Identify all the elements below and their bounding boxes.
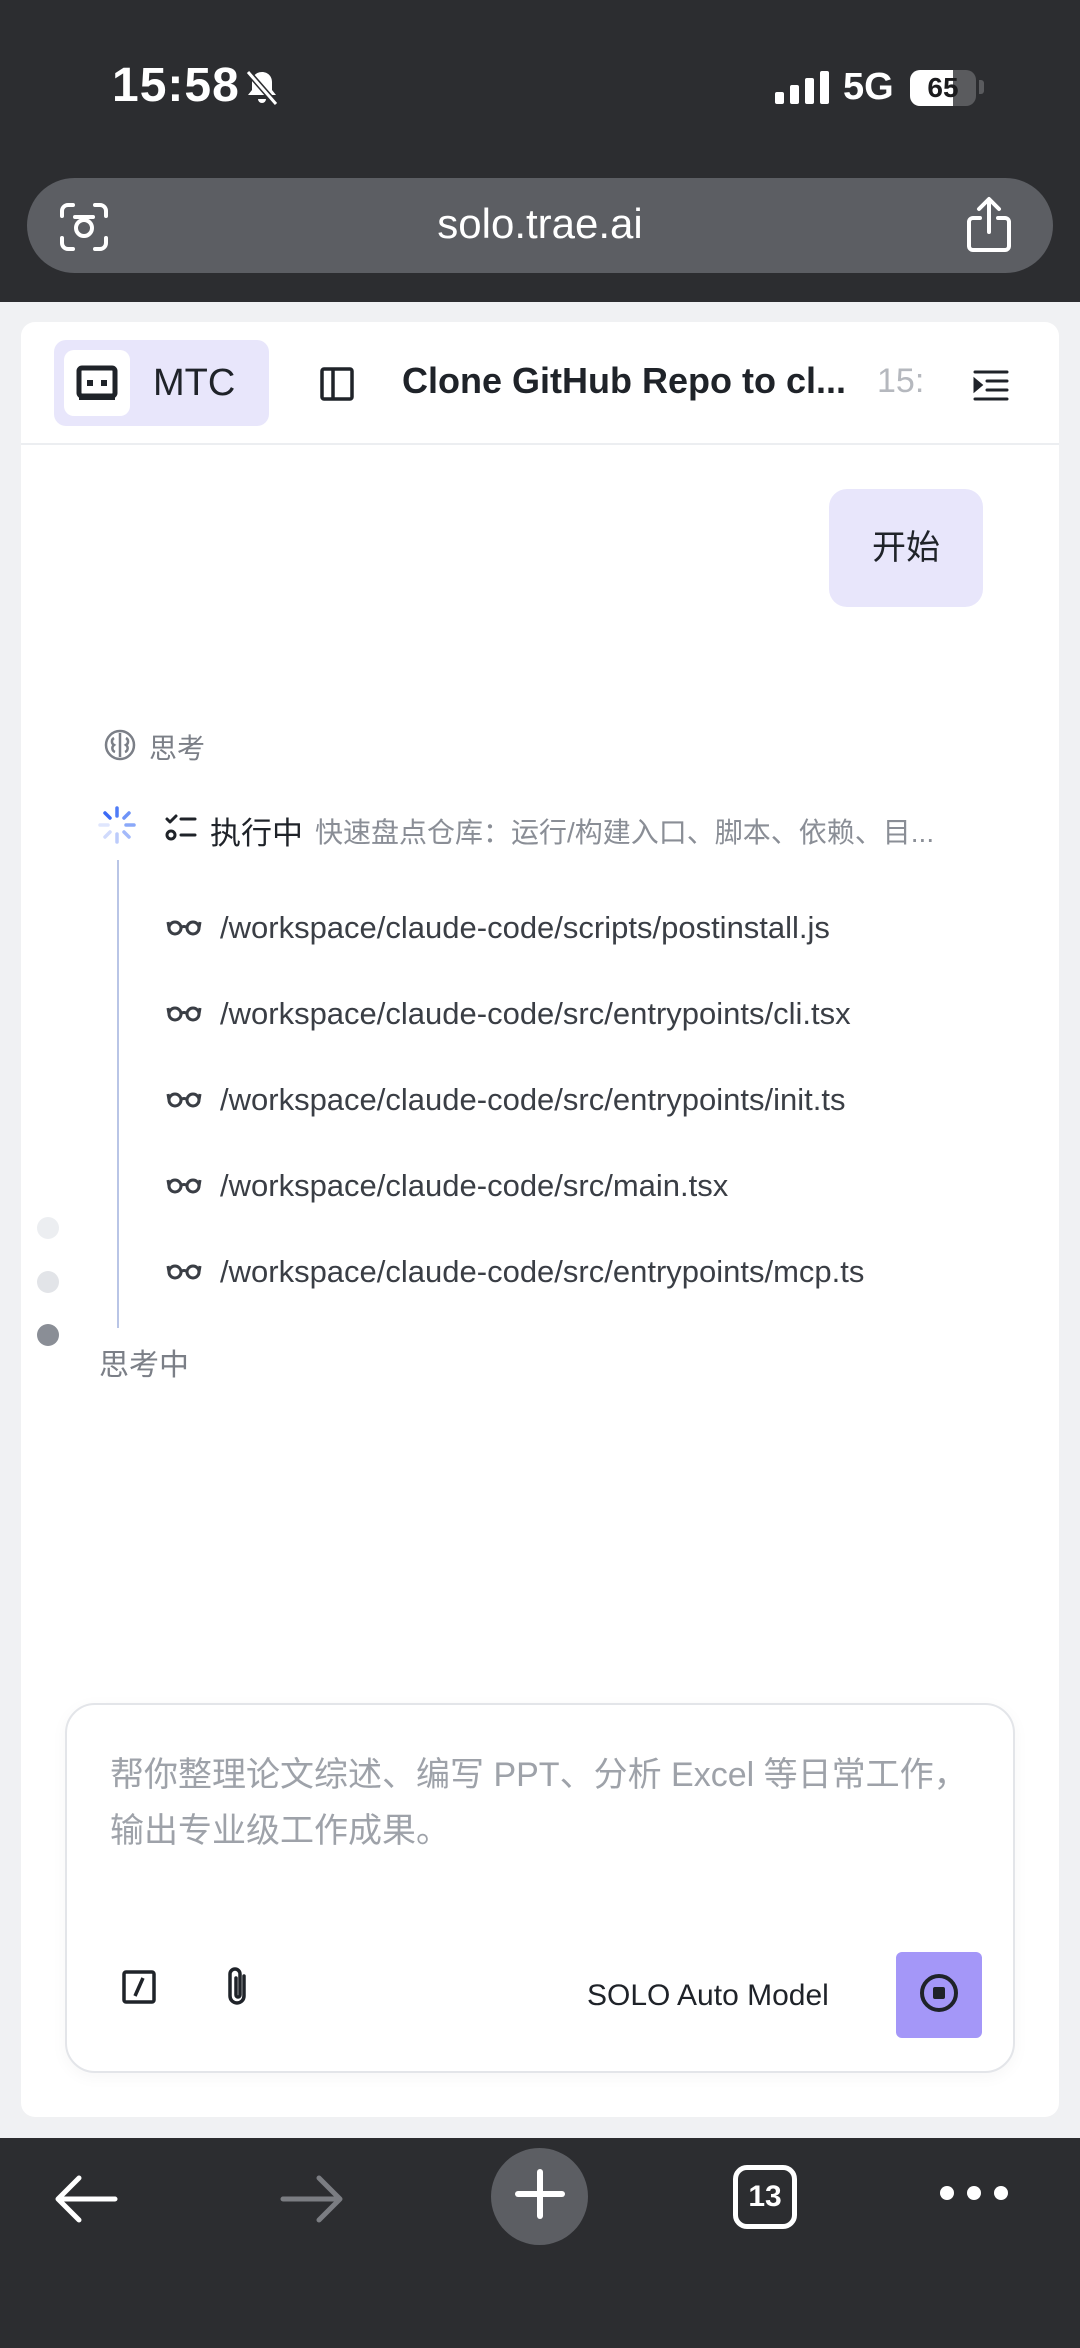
file-item[interactable]: /workspace/claude-code/src/entrypoints/i…	[166, 1057, 1006, 1143]
status-time: 15:58	[112, 59, 240, 112]
battery-level: 65	[927, 72, 959, 103]
file-item[interactable]: /workspace/claude-code/src/entrypoints/m…	[166, 1229, 1006, 1315]
model-selector[interactable]: SOLO Auto Model	[587, 1979, 829, 2013]
file-item[interactable]: /workspace/claude-code/scripts/postinsta…	[166, 885, 1006, 971]
file-path: /workspace/claude-code/src/main.tsx	[220, 1168, 729, 1203]
more-icon[interactable]	[940, 2186, 1008, 2200]
thinking-block[interactable]: 思考	[103, 727, 205, 767]
loading-dot	[37, 1217, 59, 1239]
workspace-button[interactable]: MTC	[54, 340, 269, 426]
workspace-label: MTC	[153, 362, 236, 404]
file-path: /workspace/claude-code/src/entrypoints/i…	[220, 1082, 846, 1117]
file-item[interactable]: /workspace/claude-code/src/main.tsx	[166, 1143, 1006, 1229]
conversation-time: 15:	[877, 362, 925, 400]
file-path: /workspace/claude-code/src/entrypoints/m…	[220, 1254, 865, 1289]
battery-icon: 65	[910, 70, 976, 106]
file-list: /workspace/claude-code/scripts/postinsta…	[166, 885, 1006, 1315]
spinner-icon	[97, 805, 137, 850]
thinking-status: 思考中	[99, 1349, 189, 1382]
stop-button[interactable]	[896, 1952, 982, 2038]
chat-header: MTC Clone GitHub Repo to cl... 15:	[21, 322, 1059, 445]
stop-icon	[918, 1972, 960, 2019]
terminal-icon	[64, 350, 130, 416]
chat-input[interactable]: 帮你整理论文综述、编写 PPT、分析 Excel 等日常工作，输出专业级工作成果…	[65, 1703, 1015, 2073]
glasses-icon	[166, 1002, 202, 1027]
conversation-title[interactable]: Clone GitHub Repo to cl...	[402, 360, 902, 402]
executing-description: 快速盘点仓库：运行/构建入口、脚本、依赖、目...	[315, 816, 935, 848]
timeline-line	[117, 860, 119, 1328]
plus-icon	[514, 2168, 566, 2225]
panel-icon[interactable]	[318, 365, 356, 408]
thinking-label: 思考	[149, 733, 206, 764]
user-message: 开始	[829, 489, 983, 607]
bell-muted-icon	[244, 68, 280, 113]
brain-icon	[103, 728, 137, 767]
paperclip-icon[interactable]	[220, 1963, 256, 2016]
glasses-icon	[166, 1088, 202, 1113]
status-bar: 15:58 5G 65	[0, 0, 1080, 170]
forward-arrow-icon[interactable]	[279, 2172, 345, 2231]
battery-tip	[979, 80, 984, 94]
new-tab-button[interactable]	[491, 2148, 588, 2245]
executing-status: 执行中	[210, 816, 303, 851]
loading-dot	[37, 1271, 59, 1293]
file-item[interactable]: /workspace/claude-code/src/entrypoints/c…	[166, 971, 1006, 1057]
glasses-icon	[166, 1260, 202, 1285]
share-icon[interactable]	[963, 196, 1015, 259]
tab-count-button[interactable]: 13	[733, 2165, 797, 2229]
url-text[interactable]: solo.trae.ai	[27, 200, 1053, 248]
outline-icon[interactable]	[972, 368, 1010, 407]
glasses-icon	[166, 1174, 202, 1199]
file-path: /workspace/claude-code/src/entrypoints/c…	[220, 996, 851, 1031]
url-bar[interactable]: solo.trae.ai	[27, 178, 1053, 273]
signal-icon	[775, 70, 829, 104]
file-path: /workspace/claude-code/scripts/postinsta…	[220, 910, 830, 945]
input-placeholder: 帮你整理论文综述、编写 PPT、分析 Excel 等日常工作，输出专业级工作成果…	[110, 1756, 968, 1850]
executing-task[interactable]: 执行中 快速盘点仓库：运行/构建入口、脚本、依赖、目...	[164, 808, 984, 853]
back-arrow-icon[interactable]	[53, 2172, 119, 2231]
network-type: 5G	[843, 66, 894, 108]
slash-command-icon[interactable]	[117, 1965, 161, 2014]
checklist-icon	[164, 811, 198, 850]
loading-dot	[37, 1324, 59, 1346]
glasses-icon	[166, 916, 202, 941]
